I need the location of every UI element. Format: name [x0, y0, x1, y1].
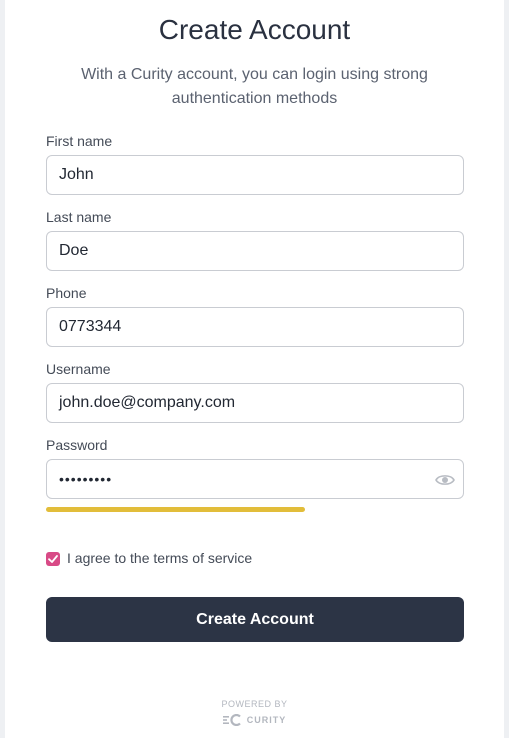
- terms-checkbox[interactable]: [46, 552, 60, 566]
- page-subtitle: With a Curity account, you can login usi…: [81, 66, 428, 107]
- phone-input[interactable]: 0773344: [46, 307, 464, 347]
- powered-by-text: POWERED BY: [221, 699, 288, 709]
- password-value: •••••••••: [59, 471, 113, 487]
- password-strength-bar: [46, 507, 305, 512]
- create-account-card: Create Account With a Curity account, yo…: [5, 0, 504, 738]
- first-name-input[interactable]: John: [46, 155, 464, 195]
- phone-value: 0773344: [59, 318, 122, 335]
- password-input[interactable]: •••••••••: [46, 459, 464, 499]
- curity-logo-icon: [222, 714, 241, 726]
- eye-icon[interactable]: [435, 472, 455, 488]
- brand-footer[interactable]: CURITY: [5, 714, 504, 726]
- last-name-label: Last name: [46, 209, 112, 225]
- first-name-value: John: [59, 166, 94, 183]
- username-value: john.doe@company.com: [59, 394, 236, 411]
- first-name-label: First name: [46, 133, 113, 149]
- username-label: Username: [46, 361, 111, 377]
- username-input[interactable]: john.doe@company.com: [46, 383, 464, 423]
- page-title: Create Account: [158, 14, 351, 45]
- check-icon: [48, 555, 58, 563]
- brand-name: CURITY: [246, 715, 287, 725]
- create-account-button[interactable]: Create Account: [46, 597, 464, 642]
- last-name-value: Doe: [59, 242, 89, 259]
- last-name-input[interactable]: Doe: [46, 231, 464, 271]
- password-label: Password: [46, 437, 108, 453]
- terms-label[interactable]: I agree to the terms of service: [67, 550, 252, 566]
- phone-label: Phone: [46, 285, 87, 301]
